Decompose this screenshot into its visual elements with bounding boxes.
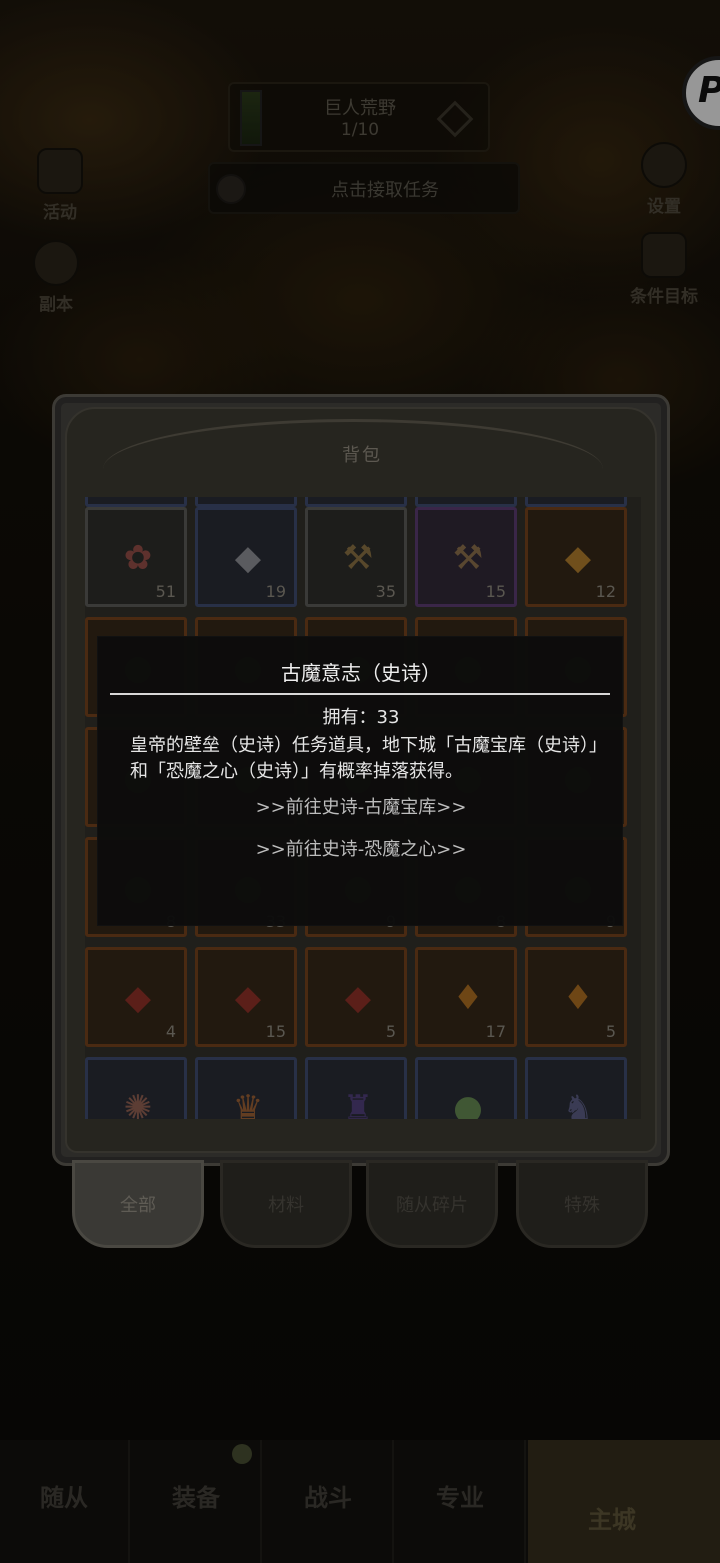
goto-ancient-vault-link[interactable]: >>前往史诗-古魔宝库>> [98, 793, 624, 819]
slot-count: 35 [375, 582, 396, 601]
notification-dot [232, 1444, 252, 1464]
inventory-slot[interactable]: ✿ 51 [85, 507, 187, 607]
nav-followers[interactable]: 随从 [0, 1440, 130, 1563]
slot-count: 17 [485, 1022, 506, 1041]
slot-count: 12 [595, 582, 616, 601]
inventory-slot-partial[interactable] [415, 497, 517, 507]
slot-count: 15 [485, 582, 506, 601]
tab-all[interactable]: 全部 [72, 1160, 204, 1248]
bag-title: 背包 [342, 445, 382, 466]
tab-follower-shards-label: 随从碎片 [396, 1195, 468, 1216]
flame-gem-icon: ♦ [562, 978, 594, 1018]
inventory-slot[interactable]: ● [415, 1057, 517, 1119]
inventory-slot-partial[interactable] [525, 497, 627, 507]
orb-icon: ● [453, 1088, 483, 1119]
inventory-slot[interactable]: ♜ [305, 1057, 407, 1119]
tab-special[interactable]: 特殊 [516, 1160, 648, 1248]
helm-icon: ♜ [342, 1088, 374, 1119]
inventory-slot[interactable]: ♦ 17 [415, 947, 517, 1047]
tab-all-label: 全部 [120, 1195, 156, 1216]
crown-icon: ♛ [232, 1088, 264, 1119]
slot-count: 4 [165, 1022, 176, 1041]
item-name: 古魔意志（史诗） [281, 661, 441, 685]
inventory-slot[interactable]: ♞ [525, 1057, 627, 1119]
pickaxe-icon: ⚒ [342, 538, 374, 578]
inventory-slot-partial[interactable] [85, 497, 187, 507]
tab-materials-label: 材料 [268, 1195, 304, 1216]
stone-icon: ◆ [234, 538, 262, 578]
inventory-slot[interactable]: ✺ [85, 1057, 187, 1119]
slot-count: 5 [385, 1022, 396, 1041]
flame-gem-icon: ♦ [452, 978, 484, 1018]
tab-materials[interactable]: 材料 [220, 1160, 352, 1248]
inventory-slot[interactable]: ◆ 12 [525, 507, 627, 607]
nav-main-city[interactable]: 主城 [528, 1440, 720, 1563]
gold-ore-icon: ◆ [564, 538, 592, 578]
tab-special-label: 特殊 [564, 1195, 600, 1216]
slot-count: 15 [265, 1022, 286, 1041]
ore-icon: ✿ [123, 538, 153, 578]
red-gem-icon: ◆ [344, 978, 372, 1018]
inventory-slot[interactable]: ⚒ 35 [305, 507, 407, 607]
tooltip-divider [110, 693, 610, 695]
nav-battle[interactable]: 战斗 [264, 1440, 394, 1563]
inventory-slot[interactable]: ♦ 5 [525, 947, 627, 1047]
pet-icon: ♞ [562, 1088, 594, 1119]
inventory-slot-partial[interactable] [305, 497, 407, 507]
nav-main-city-label: 主城 [588, 1506, 636, 1534]
pickaxe-icon: ⚒ [452, 538, 484, 578]
inventory-slot[interactable]: ◆ 5 [305, 947, 407, 1047]
item-owned-count: 拥有：33 [322, 707, 400, 728]
inventory-slot[interactable]: ◆ 4 [85, 947, 187, 1047]
nav-profession-label: 专业 [436, 1484, 484, 1512]
slot-count: 5 [605, 1022, 616, 1041]
red-gem-icon: ◆ [234, 978, 262, 1018]
inventory-slot[interactable]: ⚒ 15 [415, 507, 517, 607]
nav-followers-label: 随从 [40, 1484, 88, 1512]
goto-dread-heart-link[interactable]: >>前往史诗-恐魔之心>> [98, 835, 624, 861]
inventory-slot[interactable]: ◆ 19 [195, 507, 297, 607]
nav-profession[interactable]: 专业 [396, 1440, 526, 1563]
crest-icon: ✺ [123, 1088, 153, 1119]
nav-equipment-label: 装备 [172, 1484, 220, 1512]
slot-count: 19 [265, 582, 286, 601]
inventory-slot[interactable]: ♛ [195, 1057, 297, 1119]
slot-count: 51 [155, 582, 176, 601]
inventory-slot[interactable]: ◆ 15 [195, 947, 297, 1047]
item-tooltip: 古魔意志（史诗） 拥有：33 皇帝的壁垒（史诗）任务道具，地下城「古魔宝库（史诗… [97, 636, 623, 926]
inventory-slot-partial[interactable] [195, 497, 297, 507]
item-description: 皇帝的壁垒（史诗）任务道具，地下城「古魔宝库（史诗）」和「恐魔之心（史诗）」有概… [130, 735, 598, 782]
tab-follower-shards[interactable]: 随从碎片 [366, 1160, 498, 1248]
red-gem-icon: ◆ [124, 978, 152, 1018]
nav-battle-label: 战斗 [304, 1484, 352, 1512]
